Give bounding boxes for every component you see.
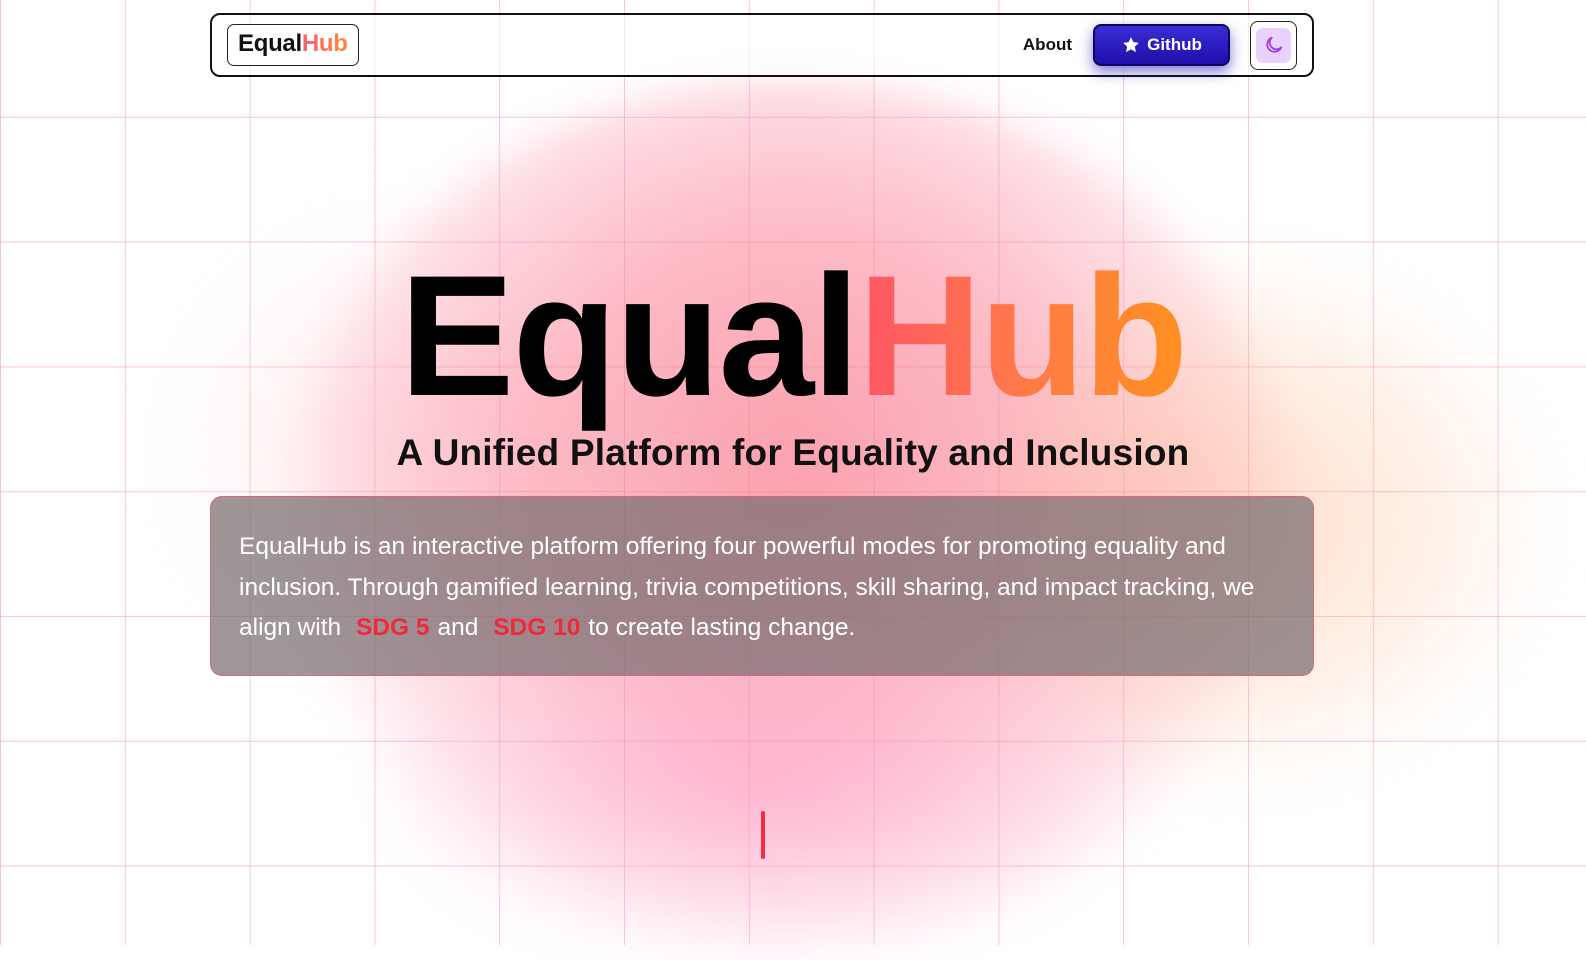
hero-title-equal: Equal bbox=[399, 240, 860, 432]
hero-title: EqualHub bbox=[0, 250, 1586, 422]
logo-text-equal: Equal bbox=[238, 30, 302, 57]
sdg-10-highlight: SDG 10 bbox=[493, 614, 581, 641]
sdg-5-highlight: SDG 5 bbox=[355, 614, 430, 641]
description-card: EqualHub is an interactive platform offe… bbox=[210, 496, 1314, 676]
hero-subtitle: A Unified Platform for Equality and Incl… bbox=[396, 432, 1190, 473]
theme-toggle-button[interactable] bbox=[1250, 20, 1297, 70]
github-button[interactable]: Github bbox=[1093, 24, 1230, 66]
github-button-label: Github bbox=[1147, 35, 1202, 54]
description-and: and bbox=[437, 614, 479, 641]
theme-toggle-inner bbox=[1256, 27, 1291, 63]
moon-icon bbox=[1265, 36, 1282, 53]
nav-actions: About Github bbox=[1023, 20, 1297, 70]
description-text-end: to create lasting change. bbox=[588, 614, 856, 641]
hero-title-hub: Hub bbox=[857, 240, 1188, 432]
typing-cursor bbox=[761, 811, 765, 859]
about-link[interactable]: About bbox=[1023, 35, 1072, 55]
star-icon bbox=[1123, 37, 1140, 53]
logo-text-hub: Hub bbox=[301, 30, 348, 57]
navbar: EqualHub About Github bbox=[210, 13, 1314, 77]
logo[interactable]: EqualHub bbox=[227, 24, 359, 66]
